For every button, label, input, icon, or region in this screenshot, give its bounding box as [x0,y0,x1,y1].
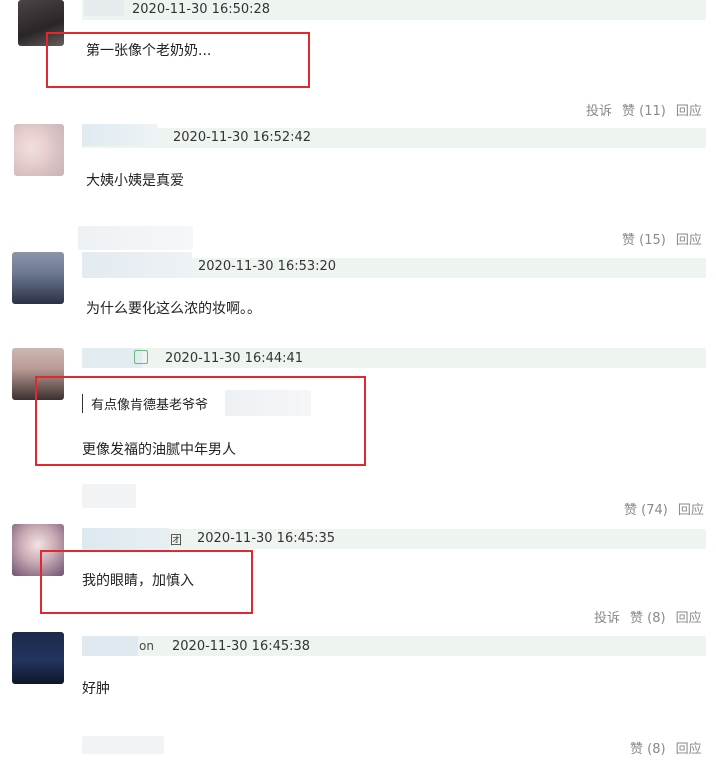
username-suffix[interactable]: 团 [170,531,182,548]
avatar[interactable] [12,252,64,304]
reply-button[interactable]: 回应 [678,499,704,518]
report-button[interactable]: 投诉 [594,607,620,626]
reply-button[interactable]: 回应 [676,100,702,119]
timestamp: 2020-11-30 16:45:38 [172,639,311,654]
timestamp: 2020-11-30 16:45:35 [197,531,336,546]
comment-actions: 赞 (8) 回应 [630,738,702,757]
comment-actions: 赞 (15) 回应 [622,229,702,248]
comment-text: 好肿 [82,681,110,697]
username-suffix[interactable]: on [139,639,154,653]
highlight-box [40,550,253,614]
comment-text: 为什么要化这么浓的妆啊。。 [86,301,261,317]
username-blurred[interactable] [82,528,170,550]
username-blurred[interactable] [82,252,192,278]
reply-button[interactable]: 回应 [676,738,702,757]
timestamp: 2020-11-30 16:52:42 [173,130,312,145]
blurred-region [78,226,193,250]
comment-actions: 投诉 赞 (11) 回应 [586,100,702,119]
blurred-region [82,736,164,754]
report-button[interactable]: 投诉 [586,100,612,119]
highlight-box [35,376,366,466]
timestamp: 2020-11-30 16:53:20 [198,259,337,274]
username-blurred[interactable] [82,124,158,146]
comment-actions: 赞 (74) 回应 [624,499,704,518]
like-button[interactable]: 赞 (11) [622,100,666,119]
timestamp: 2020-11-30 16:50:28 [132,2,271,17]
username-blurred[interactable] [82,636,138,656]
like-button[interactable]: 赞 (74) [624,499,668,518]
like-button[interactable]: 赞 (15) [622,229,666,248]
highlight-box [46,32,310,88]
username-blurred[interactable] [84,0,124,16]
reply-button[interactable]: 回应 [676,229,702,248]
blurred-region [82,484,136,508]
badge-icon [134,350,148,364]
comment-actions: 投诉 赞 (8) 回应 [594,607,702,626]
avatar[interactable] [12,632,64,684]
reply-button[interactable]: 回应 [676,607,702,626]
username-blurred[interactable] [82,348,142,368]
comment-text: 大姨小姨是真爱 [86,173,184,189]
like-button[interactable]: 赞 (8) [630,607,666,626]
like-button[interactable]: 赞 (8) [630,738,666,757]
timestamp: 2020-11-30 16:44:41 [165,351,304,366]
avatar[interactable] [14,124,64,176]
